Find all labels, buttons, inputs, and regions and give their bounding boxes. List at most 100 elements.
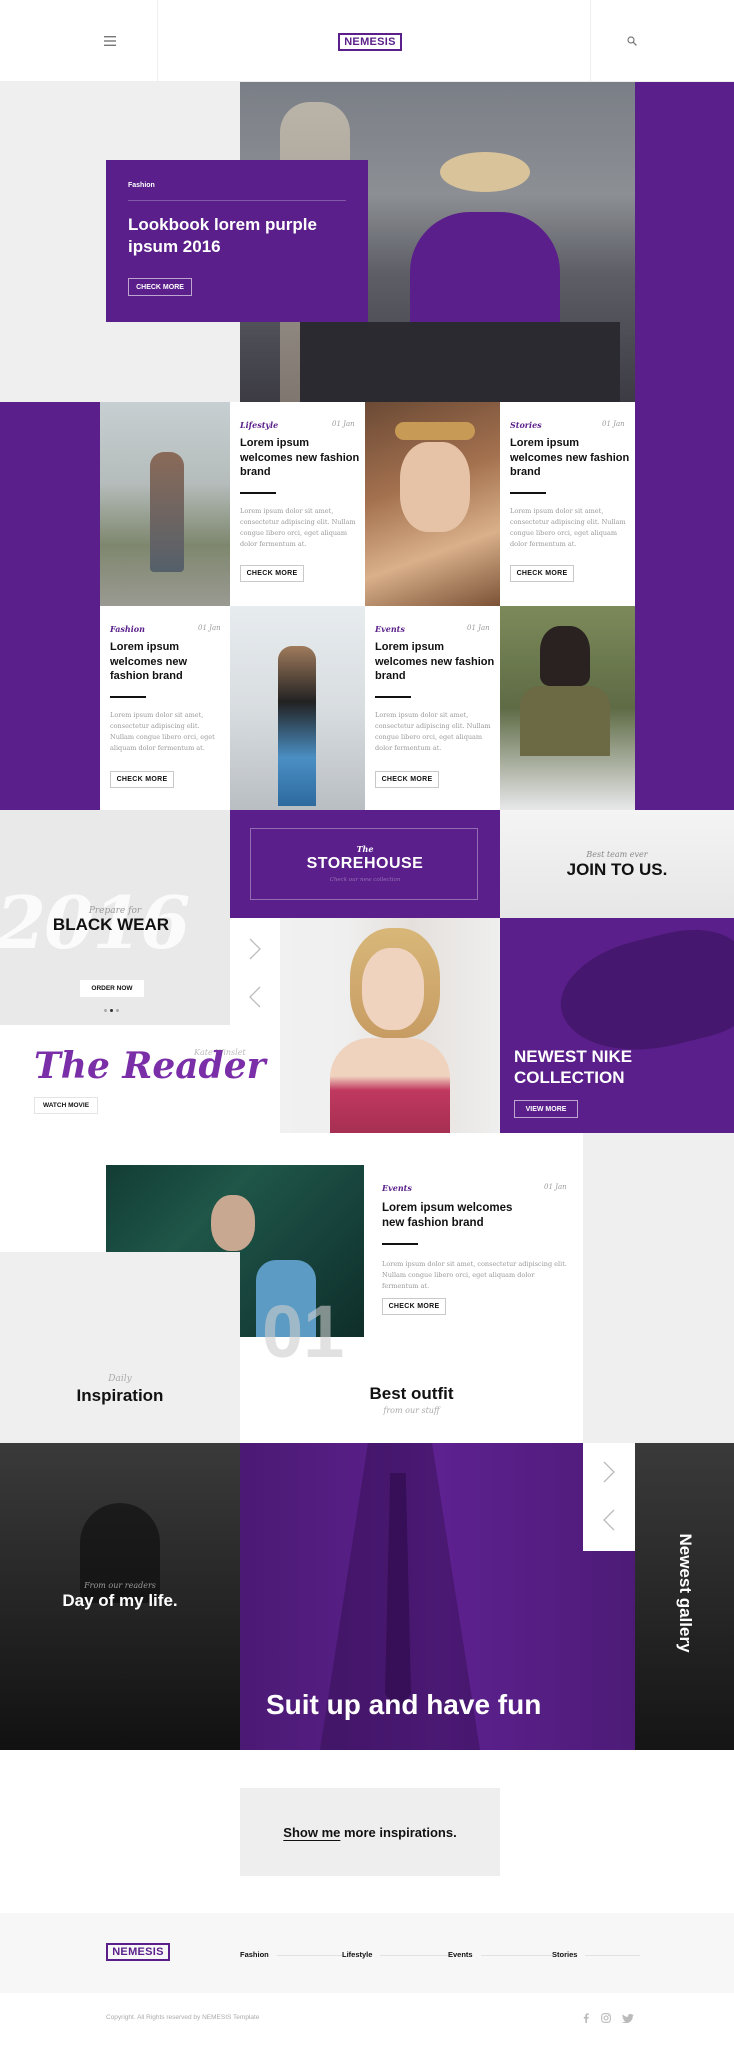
hero-right-band bbox=[635, 82, 734, 402]
gallery-title: Newest gallery bbox=[676, 1533, 695, 1653]
dayoflife-pre: From our readers bbox=[84, 1581, 156, 1590]
footer-link-events[interactable]: Events bbox=[448, 1950, 481, 1959]
card-check-more-button[interactable]: CHECK MORE bbox=[110, 771, 174, 788]
suitup-tile[interactable]: Suit up and have fun bbox=[240, 1443, 635, 1750]
chevron-right-icon[interactable] bbox=[602, 1461, 616, 1483]
join-tile[interactable]: Best team ever JOIN TO US. bbox=[500, 810, 734, 918]
chevron-left-icon[interactable] bbox=[602, 1509, 616, 1531]
storehouse-tile[interactable]: The STOREHOUSE Check our new collection bbox=[230, 810, 500, 918]
card-check-more-button[interactable]: CHECK MORE bbox=[375, 771, 439, 788]
hero-divider bbox=[128, 200, 346, 201]
outfit-sub: from our stuff bbox=[383, 1406, 440, 1415]
instagram-icon[interactable] bbox=[601, 2013, 611, 2023]
blackwear-tile: 2016 Prepare for BLACK WEAR ORDER NOW bbox=[0, 810, 230, 1025]
card-image-stories bbox=[365, 402, 500, 606]
copyright: Copyright. All Rights reserved by NEMESI… bbox=[106, 2014, 260, 2021]
header: NEMESIS bbox=[0, 0, 734, 82]
join-pre: Best team ever bbox=[586, 850, 648, 859]
card-title: Lorem ipsum welcomes new fashion brand bbox=[510, 437, 630, 478]
feature-divider bbox=[382, 1243, 418, 1245]
card-tag: Stories bbox=[510, 420, 542, 430]
view-more-button[interactable]: VIEW MORE bbox=[514, 1100, 578, 1118]
hero-card: Fashion Lookbook lorem purple ipsum 2016… bbox=[106, 160, 368, 322]
dayoflife-tile[interactable]: From our readers Day of my life. bbox=[0, 1443, 240, 1750]
facebook-icon[interactable] bbox=[582, 2013, 590, 2023]
card-lifestyle: Lifestyle 01 Jan Lorem ipsum welcomes ne… bbox=[230, 402, 365, 606]
card-text: Lorem ipsum dolor sit amet, consectetur … bbox=[240, 507, 356, 548]
outfit-title: Best outfit bbox=[369, 1384, 454, 1403]
card-events: Events 01 Jan Lorem ipsum welcomes new f… bbox=[365, 606, 500, 810]
feature-number: 01 bbox=[262, 1290, 345, 1373]
card-title: Lorem ipsum welcomes new fashion brand bbox=[110, 641, 188, 682]
chevron-left-icon[interactable] bbox=[248, 986, 262, 1008]
slider-controls bbox=[230, 918, 280, 1025]
card-check-more-button[interactable]: CHECK MORE bbox=[240, 565, 304, 582]
feature-check-more-button[interactable]: CHECK MORE bbox=[382, 1298, 446, 1315]
storehouse-title: STOREHOUSE bbox=[306, 855, 424, 872]
footer-link-lifestyle[interactable]: Lifestyle bbox=[342, 1950, 381, 1959]
feature-card: Events 01 Jan Lorem ipsum welcomes new f… bbox=[364, 1165, 583, 1337]
menu-button[interactable] bbox=[0, 0, 158, 82]
storehouse-sub: Check our new collection bbox=[329, 877, 401, 883]
order-now-button[interactable]: ORDER NOW bbox=[80, 980, 144, 997]
grid-right-band bbox=[635, 402, 734, 810]
card-tag: Lifestyle bbox=[240, 420, 279, 430]
inspiration-tile[interactable]: Daily Inspiration bbox=[0, 1252, 240, 1443]
inspiration-pre: Daily bbox=[108, 1374, 132, 1384]
more-rest: more inspirations. bbox=[340, 1824, 457, 1840]
reader-block: Kate Winslet The Reader WATCH MOVIE bbox=[0, 1025, 280, 1133]
gallery-tile[interactable]: Newest gallery bbox=[635, 1443, 734, 1750]
search-button[interactable] bbox=[590, 0, 734, 82]
card-date: 01 Jan bbox=[602, 420, 625, 428]
more-inspirations-button[interactable]: Show me more inspirations. bbox=[240, 1788, 500, 1876]
blackwear-title: BLACK WEAR bbox=[52, 915, 170, 934]
grid-left-band bbox=[0, 402, 100, 810]
card-divider bbox=[375, 696, 411, 698]
card-image-lifestyle bbox=[100, 402, 230, 606]
inspiration-title: Inspiration bbox=[76, 1386, 164, 1405]
watch-movie-button[interactable]: WATCH MOVIE bbox=[34, 1097, 98, 1114]
card-image-events bbox=[500, 606, 635, 810]
card-check-more-button[interactable]: CHECK MORE bbox=[510, 565, 574, 582]
logo[interactable]: NEMESIS bbox=[338, 33, 402, 51]
nike-tile[interactable]: NEWEST NIKE COLLECTION VIEW MORE bbox=[500, 918, 734, 1133]
hero-title: Lookbook lorem purple ipsum 2016 bbox=[128, 215, 317, 256]
feature-right-bg bbox=[583, 1133, 734, 1443]
gallery-controls bbox=[583, 1443, 635, 1551]
card-text: Lorem ipsum dolor sit amet, consectetur … bbox=[110, 711, 215, 752]
chevron-right-icon[interactable] bbox=[248, 938, 262, 960]
dayoflife-title: Day of my life. bbox=[62, 1591, 178, 1610]
feature-tag: Events bbox=[382, 1183, 412, 1193]
card-divider bbox=[110, 696, 146, 698]
footer-link-fashion[interactable]: Fashion bbox=[240, 1950, 277, 1959]
card-stories: Stories 01 Jan Lorem ipsum welcomes new … bbox=[500, 402, 635, 606]
card-date: 01 Jan bbox=[467, 624, 490, 632]
suitup-title: Suit up and have fun bbox=[266, 1689, 542, 1720]
card-image-fashion bbox=[230, 606, 365, 810]
card-tag: Fashion bbox=[110, 624, 145, 634]
reader-portrait bbox=[280, 918, 500, 1133]
footer-logo-text: NEMESIS bbox=[112, 1946, 164, 1958]
feature-date: 01 Jan bbox=[544, 1183, 567, 1191]
hero-check-more-button[interactable]: CHECK MORE bbox=[128, 278, 192, 296]
card-divider bbox=[510, 492, 546, 494]
feature-title: Lorem ipsum welcomes new fashion brand bbox=[382, 1202, 513, 1229]
card-title: Lorem ipsum welcomes new fashion brand bbox=[375, 641, 495, 682]
twitter-icon[interactable] bbox=[622, 2014, 634, 2023]
card-text: Lorem ipsum dolor sit amet, consectetur … bbox=[510, 507, 626, 548]
search-icon[interactable] bbox=[627, 36, 637, 46]
feature-text: Lorem ipsum dolor sit amet, consectetur … bbox=[382, 1260, 567, 1290]
hamburger-icon[interactable] bbox=[104, 36, 116, 46]
card-title: Lorem ipsum welcomes new fashion brand bbox=[240, 437, 360, 478]
slider-dots bbox=[104, 1009, 119, 1013]
card-date: 01 Jan bbox=[332, 420, 355, 428]
footer-link-stories[interactable]: Stories bbox=[552, 1950, 586, 1959]
logo-text: NEMESIS bbox=[344, 36, 396, 48]
card-tag: Events bbox=[375, 624, 405, 634]
footer-logo[interactable]: NEMESIS bbox=[106, 1943, 170, 1961]
nike-title: NEWEST NIKE COLLECTION bbox=[514, 1047, 633, 1087]
card-fashion: Fashion 01 Jan Lorem ipsum welcomes new … bbox=[100, 606, 230, 810]
card-text: Lorem ipsum dolor sit amet, consectetur … bbox=[375, 711, 491, 752]
hero-tag: Fashion bbox=[128, 182, 155, 189]
outfit-tile[interactable]: 01 Best outfit from our stuff bbox=[240, 1295, 583, 1443]
